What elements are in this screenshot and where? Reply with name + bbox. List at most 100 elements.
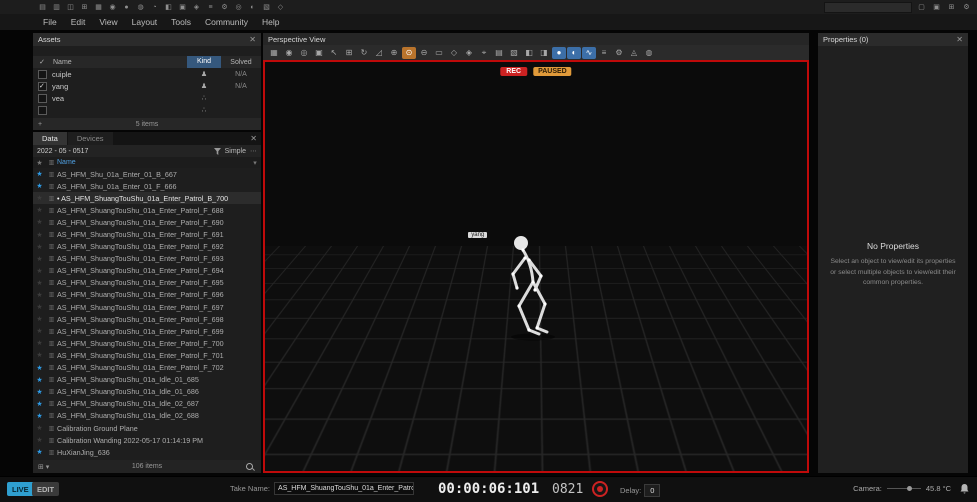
marker-icon[interactable]: ◇ [274, 1, 287, 13]
file-new-icon[interactable]: ▤ [36, 1, 49, 13]
viewport-3d-view[interactable]: REC PAUSED yang [263, 60, 809, 473]
add-asset-button[interactable]: + [38, 121, 42, 128]
delay-value-input[interactable]: 0 [644, 484, 660, 497]
close-icon[interactable]: ✕ [956, 36, 963, 44]
slider-handle[interactable] [907, 486, 912, 491]
tracking-view-icon[interactable]: ▣ [312, 47, 326, 59]
live-mode-button[interactable]: LIVE [7, 482, 34, 496]
labels-toggle-icon[interactable]: ◐ [567, 47, 581, 59]
frame-selection-icon[interactable]: ▭ [432, 47, 446, 59]
calibration-icon[interactable]: ◍ [134, 1, 147, 13]
rigidbody-display-icon[interactable]: ◈ [462, 47, 476, 59]
favorite-star-icon[interactable] [33, 291, 46, 299]
take-row[interactable]: AS_HFM_ShuangTouShu_01a_Enter_Patrol_F_6… [33, 241, 261, 253]
search-icon[interactable] [246, 463, 253, 470]
take-row[interactable]: AS_HFM_ShuangTouShu_01a_Enter_Patrol_F_6… [33, 277, 261, 289]
asset-row[interactable]: yang ♟ N/A [33, 80, 261, 92]
take-row[interactable]: AS_HFM_ShuangTouShu_01a_Enter_Patrol_F_6… [33, 253, 261, 265]
asset-checkbox[interactable] [38, 94, 47, 103]
asset-row[interactable]: ∴ [33, 104, 261, 116]
view-settings-icon[interactable]: ⚙ [612, 47, 626, 59]
grid-view-icon[interactable]: ▦ [267, 47, 281, 59]
tab-data[interactable]: Data [33, 132, 67, 145]
sort-caret-icon[interactable]: ▾ [249, 159, 261, 167]
favorite-star-icon[interactable] [33, 448, 46, 456]
settings-icon[interactable]: ⚙ [218, 1, 231, 13]
clock-icon[interactable]: ◔ [148, 1, 161, 13]
take-row[interactable]: AS_HFM_ShuangTouShu_01a_Enter_Patrol_F_6… [33, 301, 261, 313]
edit-mode-button[interactable]: EDIT [32, 482, 59, 496]
marker-display-icon[interactable]: ◇ [447, 47, 461, 59]
open-icon[interactable]: ▥ [50, 1, 63, 13]
menu-community[interactable]: Community [198, 17, 255, 27]
take-row[interactable]: Calibration Wanding 2022-05-17 01:14:19 … [33, 434, 261, 446]
menu-view[interactable]: View [92, 17, 124, 27]
take-row[interactable]: AS_HFM_ShuangTouShu_01a_Enter_Patrol_F_6… [33, 289, 261, 301]
take-row[interactable]: AS_HFM_ShuangTouShu_01a_Enter_Patrol_F_6… [33, 216, 261, 228]
menu-file[interactable]: File [36, 17, 64, 27]
favorite-star-icon[interactable] [33, 388, 46, 396]
mesh-display-icon[interactable]: ▧ [507, 47, 521, 59]
zoom-in-icon[interactable]: ⊕ [387, 47, 401, 59]
take-row[interactable]: AS_HFM_ShuangTouShu_01a_Enter_Patrol_F_7… [33, 349, 261, 361]
viewport-titlebar[interactable]: Perspective View [263, 33, 809, 45]
favorite-star-icon[interactable] [33, 218, 46, 226]
menu-edit[interactable]: Edit [64, 17, 93, 27]
take-row[interactable]: AS_HFM_ShuangTouShu_01a_Enter_Patrol_F_7… [33, 337, 261, 349]
take-row[interactable]: AS_HFM_ShuangTouShu_01a_Enter_Patrol_F_6… [33, 325, 261, 337]
favorite-star-icon[interactable] [33, 436, 46, 444]
viewport-icon[interactable]: ▣ [176, 1, 189, 13]
favorite-star-icon[interactable] [33, 194, 46, 202]
favorite-star-icon[interactable] [33, 279, 46, 287]
menu-help[interactable]: Help [255, 17, 286, 27]
column-check[interactable]: ✓ [33, 58, 51, 66]
grid-icon[interactable]: ▦ [92, 1, 105, 13]
favorite-star-icon[interactable] [33, 267, 46, 275]
favorite-star-icon[interactable] [33, 327, 46, 335]
take-row[interactable]: AS_HFM_ShuangTouShu_01a_Idle_01_685 [33, 374, 261, 386]
favorite-star-icon[interactable] [33, 376, 46, 384]
record-button[interactable] [592, 481, 608, 497]
capture-volume-icon[interactable]: ⊙ [402, 47, 416, 59]
more-options-icon[interactable]: ⋯ [250, 147, 257, 155]
menu-layout[interactable]: Layout [125, 17, 165, 27]
asset-checkbox[interactable] [38, 70, 47, 79]
layout-icon[interactable]: ⊞ [78, 1, 91, 13]
layout-grid-icon[interactable]: ⊞ [945, 1, 958, 13]
close-icon[interactable]: ✕ [249, 36, 256, 44]
take-row[interactable]: AS_HFM_ShuangTouShu_01a_Enter_Patrol_F_6… [33, 204, 261, 216]
take-row[interactable]: AS_HFM_ShuangTouShu_01a_Idle_02_688 [33, 410, 261, 422]
display-list-icon[interactable]: ≡ [597, 47, 611, 59]
target-icon[interactable]: ◎ [232, 1, 245, 13]
take-name-input[interactable]: AS_HFM_ShuangTouShu_01a_Enter_Patrol_B_7… [274, 482, 414, 495]
skeleton-actor[interactable] [487, 230, 567, 345]
take-row[interactable]: HuXianJing_636 [33, 446, 261, 458]
list-icon[interactable]: ≡ [204, 1, 217, 13]
filter-mode-dropdown[interactable]: Simple [225, 148, 246, 155]
favorite-star-icon[interactable] [33, 412, 46, 420]
extra-tool-icon[interactable]: ◬ [627, 47, 641, 59]
translate-tool-icon[interactable]: ⊞ [342, 47, 356, 59]
close-icon[interactable]: ✕ [250, 135, 257, 143]
display-icon[interactable]: ◐ [246, 1, 259, 13]
take-row[interactable]: AS_HFM_Shu_01a_Enter_01_B_667 [33, 168, 261, 180]
favorite-star-icon[interactable] [33, 424, 46, 432]
name-column[interactable]: Name [57, 159, 249, 166]
take-row[interactable]: AS_HFM_ShuangTouShu_01a_Idle_01_686 [33, 386, 261, 398]
favorite-star-icon[interactable] [33, 182, 46, 190]
camera-slider[interactable] [887, 488, 921, 489]
layout-a-icon[interactable]: ▢ [915, 1, 928, 13]
camera-view-icon[interactable]: ◉ [282, 47, 296, 59]
record-icon[interactable]: ● [120, 1, 133, 13]
markers-toggle-icon[interactable]: ● [552, 47, 566, 59]
filter-funnel-icon[interactable] [214, 148, 221, 155]
asset-checkbox[interactable] [38, 106, 47, 115]
take-row[interactable]: AS_HFM_Shu_01a_Enter_01_F_666 [33, 180, 261, 192]
take-row[interactable]: AS_HFM_ShuangTouShu_01a_Enter_Patrol_B_7… [33, 192, 261, 204]
extra-tool2-icon[interactable]: ◍ [642, 47, 656, 59]
take-row[interactable]: AS_HFM_ShuangTouShu_01a_Enter_Patrol_F_6… [33, 313, 261, 325]
column-kind[interactable]: Kind [187, 56, 221, 68]
zoom-out-icon[interactable]: ⊖ [417, 47, 431, 59]
favorite-star-icon[interactable] [33, 364, 46, 372]
layout-b-icon[interactable]: ▣ [930, 1, 943, 13]
